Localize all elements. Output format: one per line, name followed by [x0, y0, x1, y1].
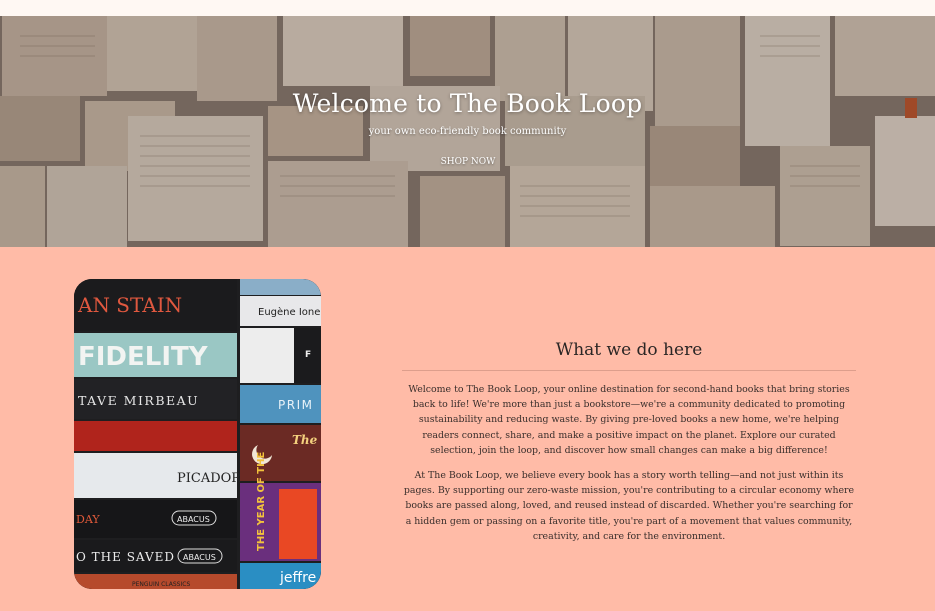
book-spine-text: PICADOR	[177, 471, 242, 486]
about-paragraph-1: Welcome to The Book Loop, your online de…	[408, 384, 850, 456]
book-spine-text: TAVE MIRBEAU	[78, 393, 199, 408]
hero-title: Welcome to The Book Loop	[292, 89, 643, 118]
book-stack-image: AN STAIN FIDELITY TAVE MIRBEAU PICADOR D…	[74, 279, 321, 589]
hero-content: Welcome to The Book Loop your own eco-fr…	[0, 16, 935, 247]
book-spine-text: F	[305, 350, 311, 360]
about-divider	[402, 370, 856, 371]
about-title: What we do here	[555, 340, 703, 360]
book-spine	[74, 421, 237, 451]
book-spine-text: ABACUS	[183, 553, 216, 562]
about-section: What we do here Welcome to The Book Loop…	[402, 340, 856, 554]
hero-subtitle: your own eco-friendly book community	[368, 126, 567, 137]
book-spine-text: DAY	[76, 513, 100, 526]
book-spine	[240, 279, 321, 295]
book-spine-text: jeffre	[279, 570, 316, 586]
book-spine-text: FIDELITY	[78, 342, 209, 372]
book-spine-text: Eugène Ione	[258, 306, 320, 318]
book-spine-text: THE YEAR OF THE	[256, 452, 267, 552]
book-spine-text: PENGUIN CLASSICS	[132, 581, 190, 588]
shop-now-button[interactable]: SHOP NOW	[427, 151, 509, 173]
about-paragraph-2: At The Book Loop, we believe every book …	[403, 470, 855, 542]
book-spine-text: The	[292, 433, 318, 447]
book-spine-text: ABACUS	[177, 515, 210, 524]
book-spine-text: AN STAIN	[77, 293, 182, 317]
top-strip	[0, 0, 935, 16]
book-spine-text: PRIM	[278, 398, 313, 412]
hero-banner: Welcome to The Book Loop your own eco-fr…	[0, 16, 935, 247]
book-spine-text: O THE SAVED	[76, 550, 175, 564]
